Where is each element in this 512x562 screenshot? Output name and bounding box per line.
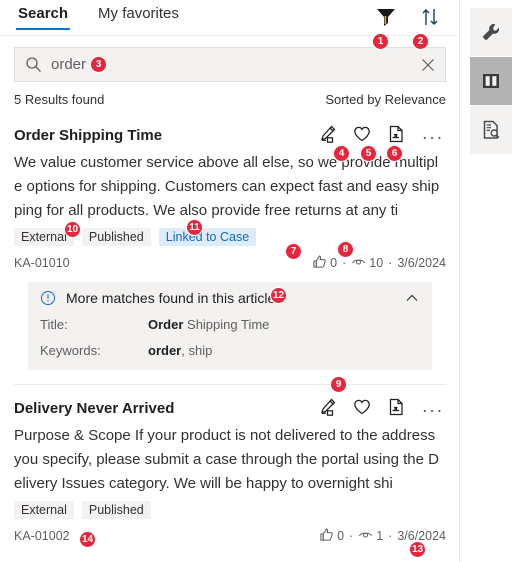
- app-root: Search My favorites order 5 Results foun…: [0, 0, 512, 562]
- annotation-marker-10: 10: [64, 221, 81, 238]
- result-header: Delivery Never Arrived ...: [14, 393, 446, 419]
- link-to-case-icon[interactable]: [318, 397, 338, 417]
- rail-item-knowledge[interactable]: [470, 57, 512, 105]
- result-stats: 0 · 10 · 3/6/2024: [312, 254, 446, 272]
- more-matches-row: Title: Order Shipping Time: [40, 317, 420, 332]
- right-rail: [460, 0, 512, 562]
- views-stat: 10: [351, 254, 383, 272]
- modified-date: 3/6/2024: [397, 256, 446, 270]
- tag-published: Published: [81, 228, 151, 246]
- tag-linked-to-case: Linked to Case: [158, 228, 257, 246]
- views-count: 10: [369, 256, 384, 270]
- result-tags: External Published: [14, 501, 446, 519]
- views-stat: 1: [358, 527, 383, 545]
- stat-separator: ·: [388, 529, 393, 543]
- sort-icon[interactable]: [419, 6, 441, 28]
- heart-icon[interactable]: [352, 397, 372, 417]
- stat-separator: ·: [388, 256, 393, 270]
- result-footer: KA-01010 0 · 10 · 3/6/2024: [14, 254, 446, 272]
- result-actions: ...: [318, 393, 446, 417]
- tag-external: External: [14, 501, 74, 519]
- match-rest: , ship: [181, 343, 213, 358]
- search-icon: [25, 56, 42, 73]
- more-options-icon[interactable]: ...: [420, 397, 446, 416]
- result-ka-id[interactable]: KA-01010: [14, 256, 70, 270]
- more-matches-panel: More matches found in this article Title…: [28, 282, 432, 370]
- match-highlight: order: [148, 343, 182, 358]
- annotation-marker-13: 13: [409, 541, 426, 558]
- document-search-icon: [480, 119, 502, 141]
- chevron-up-icon[interactable]: [404, 290, 420, 306]
- annotation-marker-14: 14: [79, 531, 96, 548]
- eye-icon: [351, 254, 366, 272]
- thumbs-up-icon: [319, 527, 334, 545]
- info-icon: [40, 290, 56, 306]
- modified-date: 3/6/2024: [397, 529, 446, 543]
- likes-count: 0: [337, 529, 345, 543]
- match-value: order, ship: [148, 343, 212, 358]
- more-matches-row: Keywords: order, ship: [40, 343, 420, 358]
- thumbs-up-icon: [312, 254, 327, 272]
- eye-icon: [358, 527, 373, 545]
- annotation-marker-1: 1: [372, 33, 389, 50]
- search-box[interactable]: order: [14, 47, 446, 82]
- close-icon[interactable]: [419, 56, 437, 74]
- header-actions: [375, 6, 441, 28]
- sort-label[interactable]: Sorted by Relevance: [325, 92, 446, 107]
- rail-item-document-search[interactable]: [470, 106, 512, 154]
- book-icon: [480, 70, 502, 92]
- heart-icon[interactable]: [352, 124, 372, 144]
- likes-stat: 0: [312, 254, 337, 272]
- tag-published: Published: [81, 501, 151, 519]
- result-header: Order Shipping Time ...: [14, 120, 446, 146]
- annotation-marker-8: 8: [337, 241, 354, 258]
- results-count: 5 Results found: [14, 92, 105, 107]
- annotation-marker-2: 2: [412, 33, 429, 50]
- more-matches-header[interactable]: More matches found in this article: [40, 290, 420, 306]
- match-label: Keywords:: [40, 343, 101, 358]
- copy-link-icon[interactable]: [386, 397, 406, 417]
- copy-link-icon[interactable]: [386, 124, 406, 144]
- annotation-marker-4: 4: [333, 145, 350, 162]
- match-value: Order Shipping Time: [148, 317, 269, 332]
- annotation-marker-12: 12: [270, 287, 287, 304]
- stat-separator: ·: [349, 529, 354, 543]
- annotation-marker-9: 9: [330, 376, 347, 393]
- result-stats: 0 · 1 · 3/6/2024: [319, 527, 446, 545]
- more-matches-title: More matches found in this article: [66, 290, 276, 306]
- knowledge-search-pane: Search My favorites order 5 Results foun…: [0, 0, 460, 562]
- stat-separator: ·: [342, 256, 347, 270]
- annotation-marker-5: 5: [360, 145, 377, 162]
- annotation-marker-6: 6: [386, 145, 403, 162]
- link-to-case-icon[interactable]: [318, 124, 338, 144]
- match-rest: Shipping Time: [183, 317, 270, 332]
- more-options-icon[interactable]: ...: [420, 124, 446, 143]
- annotation-marker-7: 7: [285, 243, 302, 260]
- match-highlight: Order: [148, 317, 184, 332]
- result-ka-id[interactable]: KA-01002: [14, 529, 70, 543]
- rail-item-tools[interactable]: [470, 8, 512, 56]
- result-actions: ...: [318, 120, 446, 144]
- result-card: Delivery Never Arrived ... Purpose & Sco…: [0, 385, 460, 545]
- likes-count: 0: [330, 256, 338, 270]
- result-title[interactable]: Order Shipping Time: [14, 120, 162, 146]
- tab-my-favorites[interactable]: My favorites: [96, 0, 181, 30]
- results-meta: 5 Results found Sorted by Relevance: [14, 92, 446, 107]
- result-snippet: We value customer service above all else…: [14, 154, 440, 219]
- results-list: Order Shipping Time ... We value custome…: [0, 112, 460, 545]
- result-title[interactable]: Delivery Never Arrived: [14, 393, 174, 419]
- annotation-marker-3: 3: [90, 56, 107, 73]
- likes-stat: 0: [319, 527, 344, 545]
- wrench-icon: [480, 21, 502, 43]
- views-count: 1: [376, 529, 384, 543]
- match-label: Title:: [40, 317, 68, 332]
- filter-icon[interactable]: [375, 6, 397, 28]
- tab-search[interactable]: Search: [16, 0, 71, 30]
- result-snippet: Purpose & Scope If your product is not d…: [14, 427, 439, 492]
- annotation-marker-11: 11: [186, 219, 203, 236]
